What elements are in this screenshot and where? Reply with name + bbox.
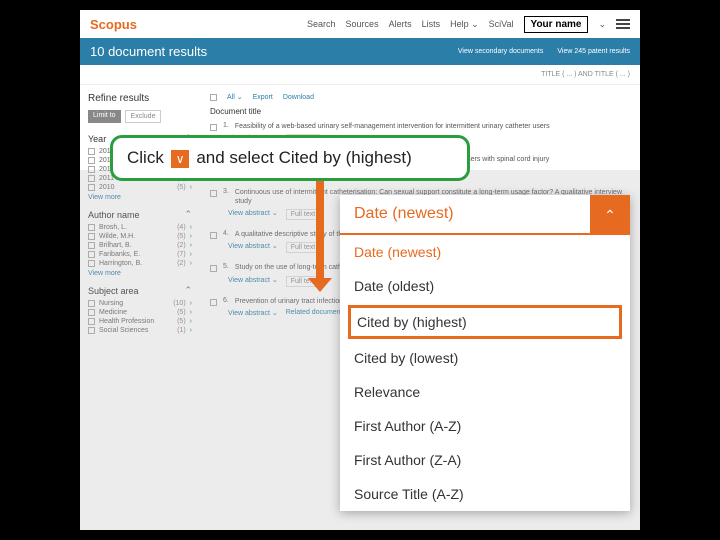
callout-text: Click ∨ and select Cited by (highest) [127,148,412,168]
doc-checkbox[interactable] [210,299,217,306]
checkbox-icon[interactable] [88,166,95,173]
facet-year-title[interactable]: Year [88,134,106,144]
facet-subject-item[interactable]: Social Sciences(1)› [88,327,192,334]
facet-subject-item[interactable]: Medicine(5)› [88,309,192,316]
view-secondary-link[interactable]: View secondary documents [458,48,543,55]
download-link[interactable]: Download [283,94,314,101]
facet-author-item[interactable]: Wilde, M.H.(5)› [88,233,192,240]
checkbox-icon[interactable] [88,327,95,334]
refine-heading: Refine results [88,93,192,104]
exclude-button[interactable]: Exclude [125,110,162,123]
facet-author-title[interactable]: Author name [88,210,140,220]
checkbox-icon[interactable] [88,224,95,231]
chevron-right-icon: › [190,300,192,307]
column-header-title: Document title [210,107,630,116]
sort-option-relevance[interactable]: Relevance [340,375,630,409]
doc-title[interactable]: Feasibility of a web-based urinary self-… [235,122,630,131]
facet-author-item[interactable]: Brosh, L.(4)› [88,224,192,231]
checkbox-icon[interactable] [88,184,95,191]
facet-author-item[interactable]: Faribanks, E.(7)› [88,251,192,258]
limit-to-button[interactable]: Limit to [88,110,121,123]
related-link[interactable]: Related documents [286,309,346,317]
checkbox-icon[interactable] [88,309,95,316]
chevron-right-icon: › [190,233,192,240]
sort-dropdown[interactable]: Date (newest) ⌃ Date (newest) Date (olde… [340,195,630,511]
doc-checkbox[interactable] [210,232,217,239]
view-more-link[interactable]: View more [88,194,192,201]
brand-logo[interactable]: Scopus [90,17,137,32]
query-display: TITLE ( ... ) AND TITLE ( ... ) [80,65,640,85]
chevron-right-icon: › [190,224,192,231]
checkbox-icon[interactable] [88,233,95,240]
chevron-right-icon: › [190,242,192,249]
hamburger-icon[interactable] [616,19,630,29]
nav-lists[interactable]: Lists [422,19,441,29]
facet-subject-item[interactable]: Nursing(10)› [88,300,192,307]
checkbox-icon[interactable] [88,300,95,307]
checkbox-icon[interactable] [88,157,95,164]
results-toolbar: All ⌄ Export Download [210,93,630,101]
caret-up-icon[interactable]: ⌃ [184,209,192,220]
nav-alerts[interactable]: Alerts [389,19,412,29]
facet-year-item[interactable]: 2010(5)› [88,184,192,191]
view-abstract-link[interactable]: View abstract ⌄ [228,309,278,317]
doc-checkbox[interactable] [210,190,217,197]
nav-sources[interactable]: Sources [346,19,379,29]
nav-search[interactable]: Search [307,19,336,29]
view-abstract-link[interactable]: View abstract ⌄ [228,242,278,253]
facet-subject-title[interactable]: Subject area [88,286,139,296]
arrow-down-icon [316,178,324,278]
checkbox-icon[interactable] [88,148,95,155]
checkbox-icon[interactable] [88,242,95,249]
all-dropdown[interactable]: All ⌄ [227,93,243,101]
chevron-up-icon: ⌃ [604,207,616,224]
checkbox-icon[interactable] [88,251,95,258]
collapse-button[interactable]: ⌃ [590,195,630,235]
results-header-bar: 10 document results View secondary docum… [80,38,640,65]
sort-option-first-author-az[interactable]: First Author (A-Z) [340,409,630,443]
facet-author-item[interactable]: Harrington, B.(2)› [88,260,192,267]
top-nav: Search Sources Alerts Lists Help ⌄ SciVa… [307,16,630,33]
sort-option-date-newest[interactable]: Date (newest) [340,235,630,269]
checkbox-icon[interactable] [88,260,95,267]
chevron-right-icon: › [190,260,192,267]
chevron-down-icon[interactable]: ⌄ [598,19,606,30]
chevron-right-icon: › [190,251,192,258]
view-abstract-link[interactable]: View abstract ⌄ [228,209,278,220]
facet-author-item[interactable]: Brilhart, B.(2)› [88,242,192,249]
sort-option-cited-highest[interactable]: Cited by (highest) [348,305,622,339]
results-count-title: 10 document results [90,44,207,59]
sort-option-cited-lowest[interactable]: Cited by (lowest) [340,341,630,375]
view-more-link[interactable]: View more [88,270,192,277]
facet-subject-item[interactable]: Health Profession(5)› [88,318,192,325]
doc-checkbox[interactable] [210,265,217,272]
refine-sidebar: Refine results Limit to Exclude Year ⌃ 20… [80,85,200,344]
chevron-right-icon: › [190,327,192,334]
chevron-down-icon: ∨ [171,150,189,168]
sort-option-date-oldest[interactable]: Date (oldest) [340,269,630,303]
instruction-callout: Click ∨ and select Cited by (highest) [110,135,470,181]
select-all-checkbox[interactable] [210,94,217,101]
sort-option-first-author-za[interactable]: First Author (Z-A) [340,443,630,477]
doc-checkbox[interactable] [210,124,217,131]
user-menu[interactable]: Your name [524,16,589,33]
view-abstract-link[interactable]: View abstract ⌄ [228,276,278,287]
caret-up-icon[interactable]: ⌃ [184,285,192,296]
export-link[interactable]: Export [253,94,273,101]
sort-dropdown-title: Date (newest) [340,195,590,235]
checkbox-icon[interactable] [88,175,95,182]
checkbox-icon[interactable] [88,318,95,325]
view-patent-link[interactable]: View 245 patent results [557,48,630,55]
nav-scival[interactable]: SciVal [489,19,514,29]
top-bar: Scopus Search Sources Alerts Lists Help … [80,10,640,38]
nav-help[interactable]: Help ⌄ [450,19,479,30]
chevron-right-icon: › [190,184,192,191]
chevron-right-icon: › [190,318,192,325]
chevron-right-icon: › [190,309,192,316]
sort-option-source-title-az[interactable]: Source Title (A-Z) [340,477,630,511]
